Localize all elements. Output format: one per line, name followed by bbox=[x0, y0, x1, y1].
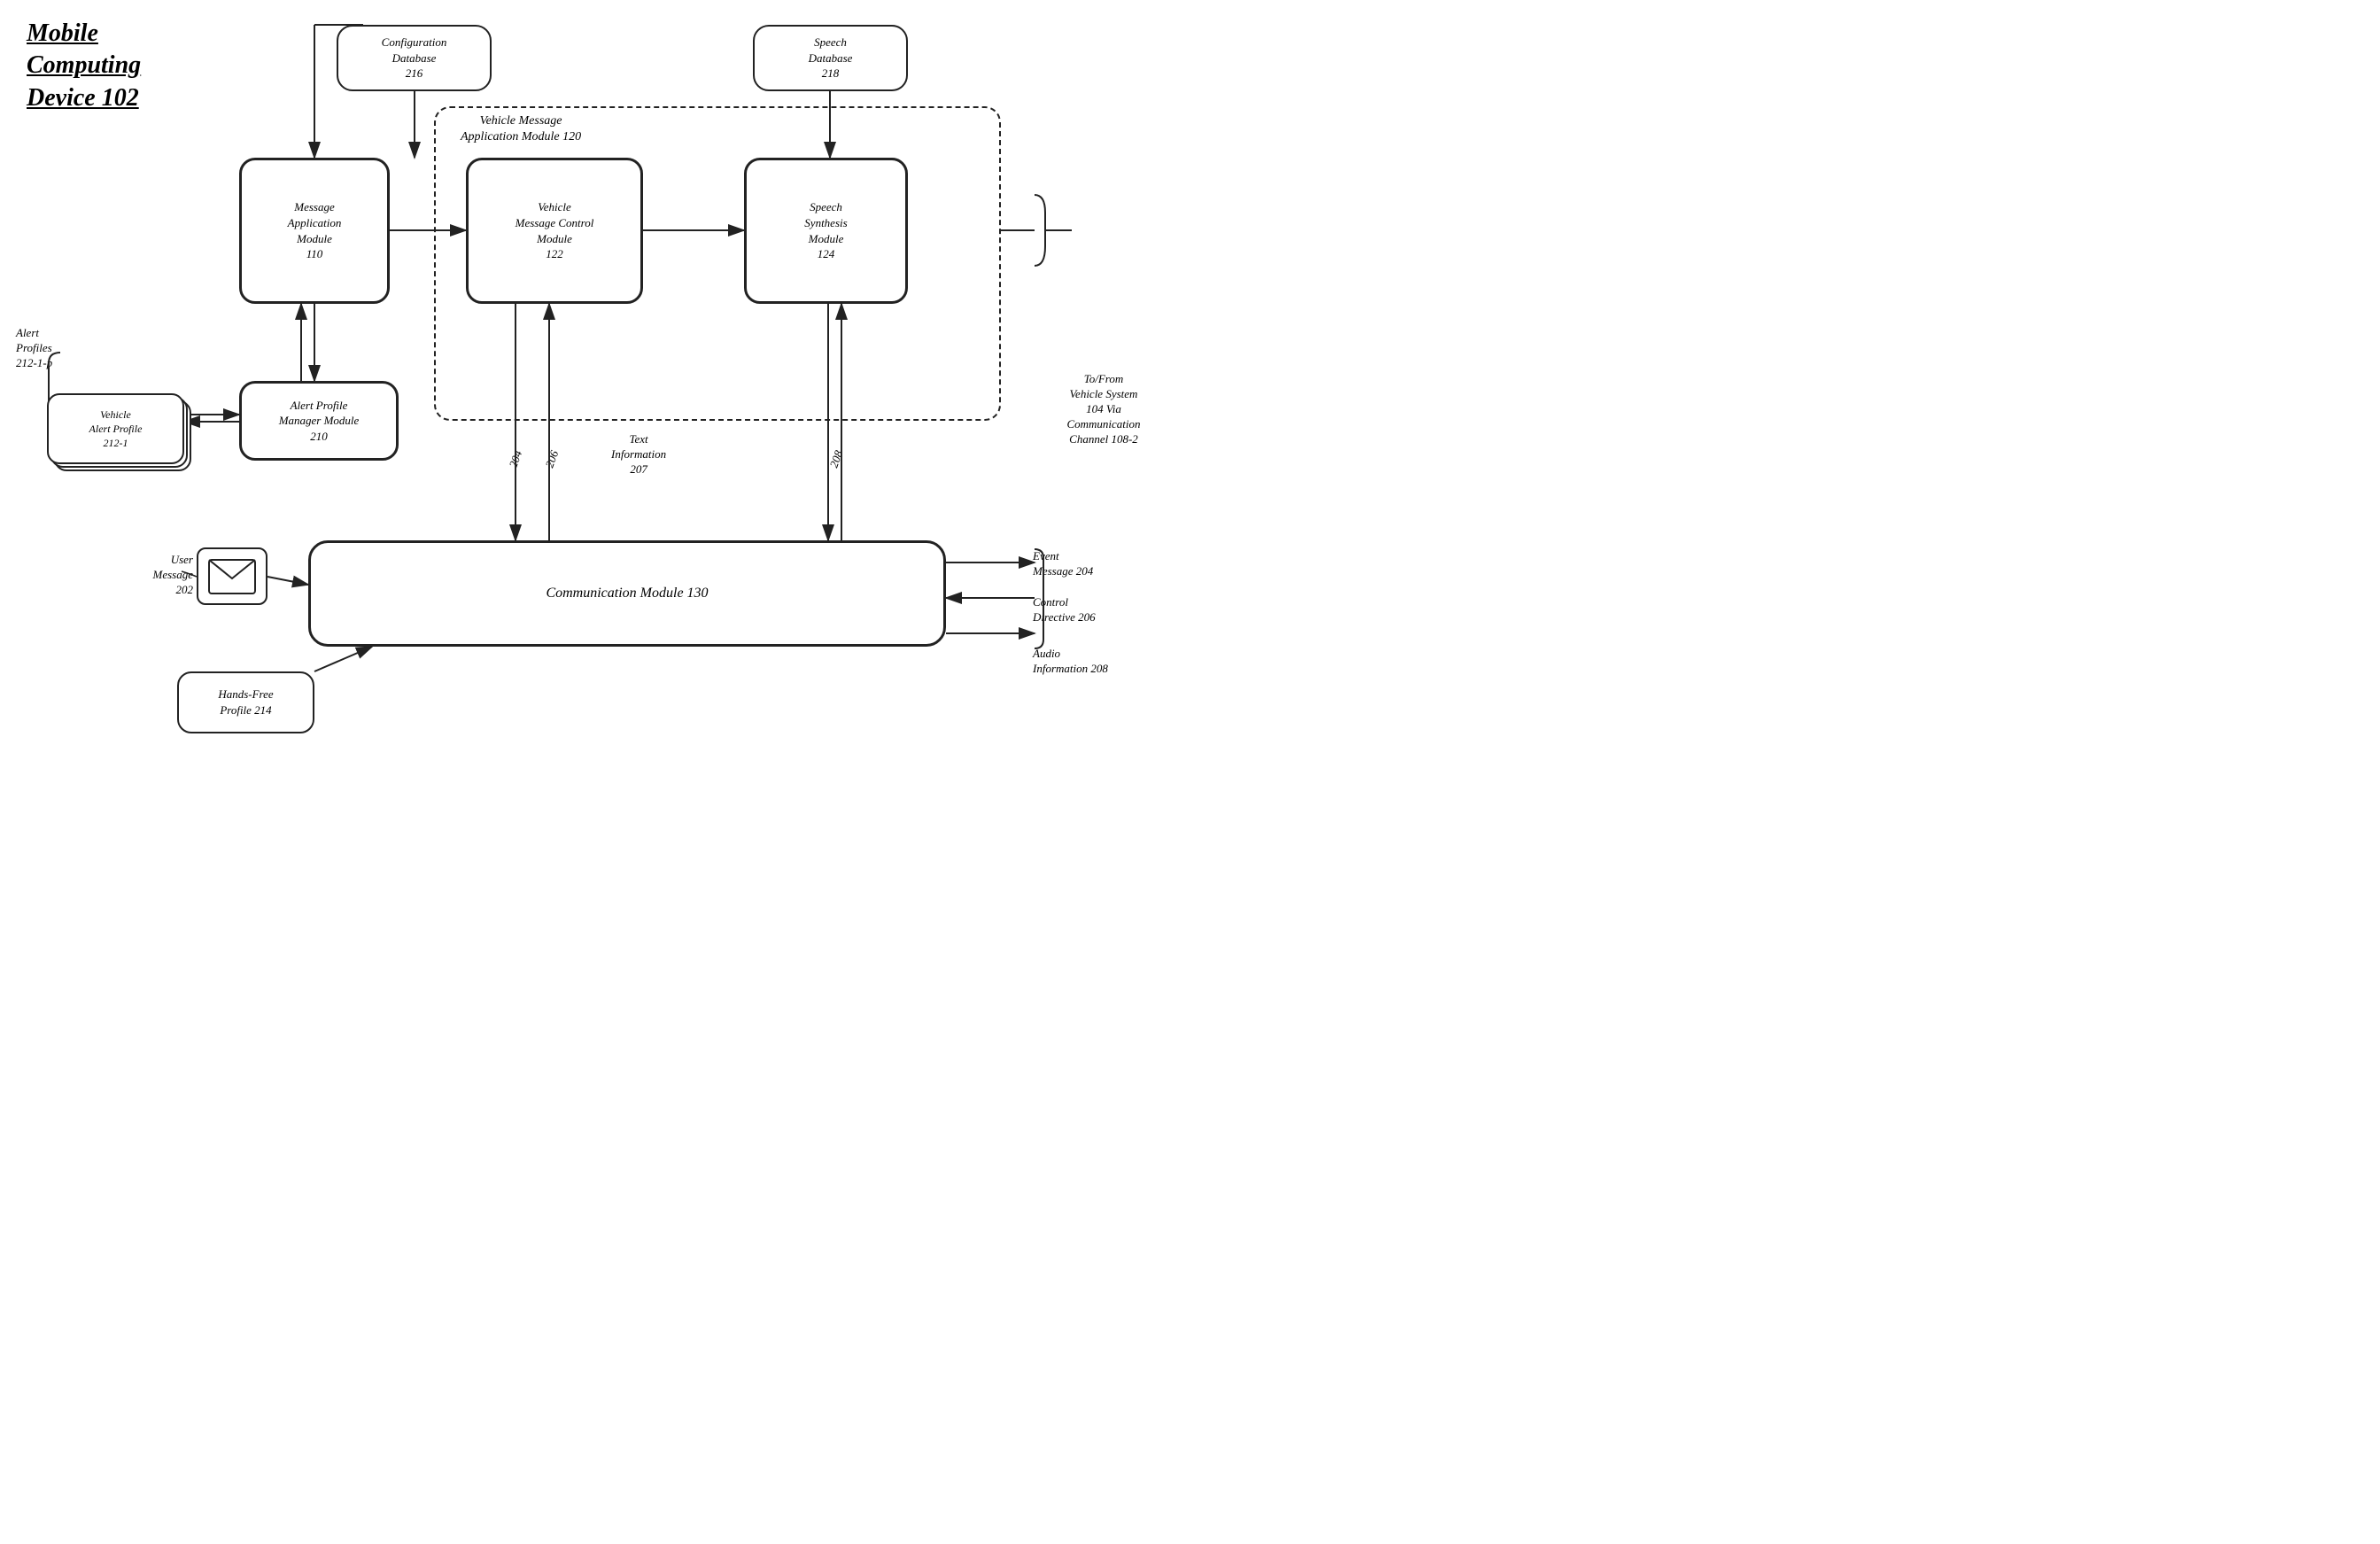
speech-synth-box: Speech Synthesis Module 124 bbox=[744, 158, 908, 304]
vehicle-alert-profile-box: Vehicle Alert Profile 212-1 bbox=[47, 393, 184, 464]
envelope-icon bbox=[197, 547, 267, 605]
diagram: Mobile Computing Device 102 Configuratio… bbox=[0, 0, 1190, 772]
arrow-208-label: 208 bbox=[826, 448, 847, 469]
msg-app-box: Message Application Module 110 bbox=[239, 158, 390, 304]
vm-app-label: Vehicle Message Application Module 120 bbox=[461, 113, 581, 145]
envelope-svg bbox=[208, 559, 256, 594]
alert-profile-mgr-box: Alert Profile Manager Module 210 bbox=[239, 381, 399, 461]
alert-profiles-label: Alert Profiles 212-1-p bbox=[16, 326, 52, 371]
arrow-204-label: 204 bbox=[506, 448, 526, 469]
arrow-206-label: 206 bbox=[542, 448, 562, 469]
to-from-label: To/From Vehicle System 104 Via Communica… bbox=[1033, 372, 1174, 446]
speech-db-box: Speech Database 218 bbox=[753, 25, 908, 91]
config-db-box: Configuration Database 216 bbox=[337, 25, 492, 91]
title: Mobile Computing Device 102 bbox=[27, 18, 141, 114]
user-message-label: User Message 202 bbox=[149, 553, 193, 598]
comm-module-box: Communication Module 130 bbox=[308, 540, 946, 647]
control-dir-label: Control Directive 206 bbox=[1033, 595, 1174, 625]
event-msg-label: Event Message 204 bbox=[1033, 549, 1174, 579]
vm-control-box: Vehicle Message Control Module 122 bbox=[466, 158, 643, 304]
text-info-label: Text Information 207 bbox=[611, 432, 666, 477]
audio-info-label: Audio Information 208 bbox=[1033, 647, 1174, 677]
hands-free-box: Hands-Free Profile 214 bbox=[177, 671, 314, 733]
